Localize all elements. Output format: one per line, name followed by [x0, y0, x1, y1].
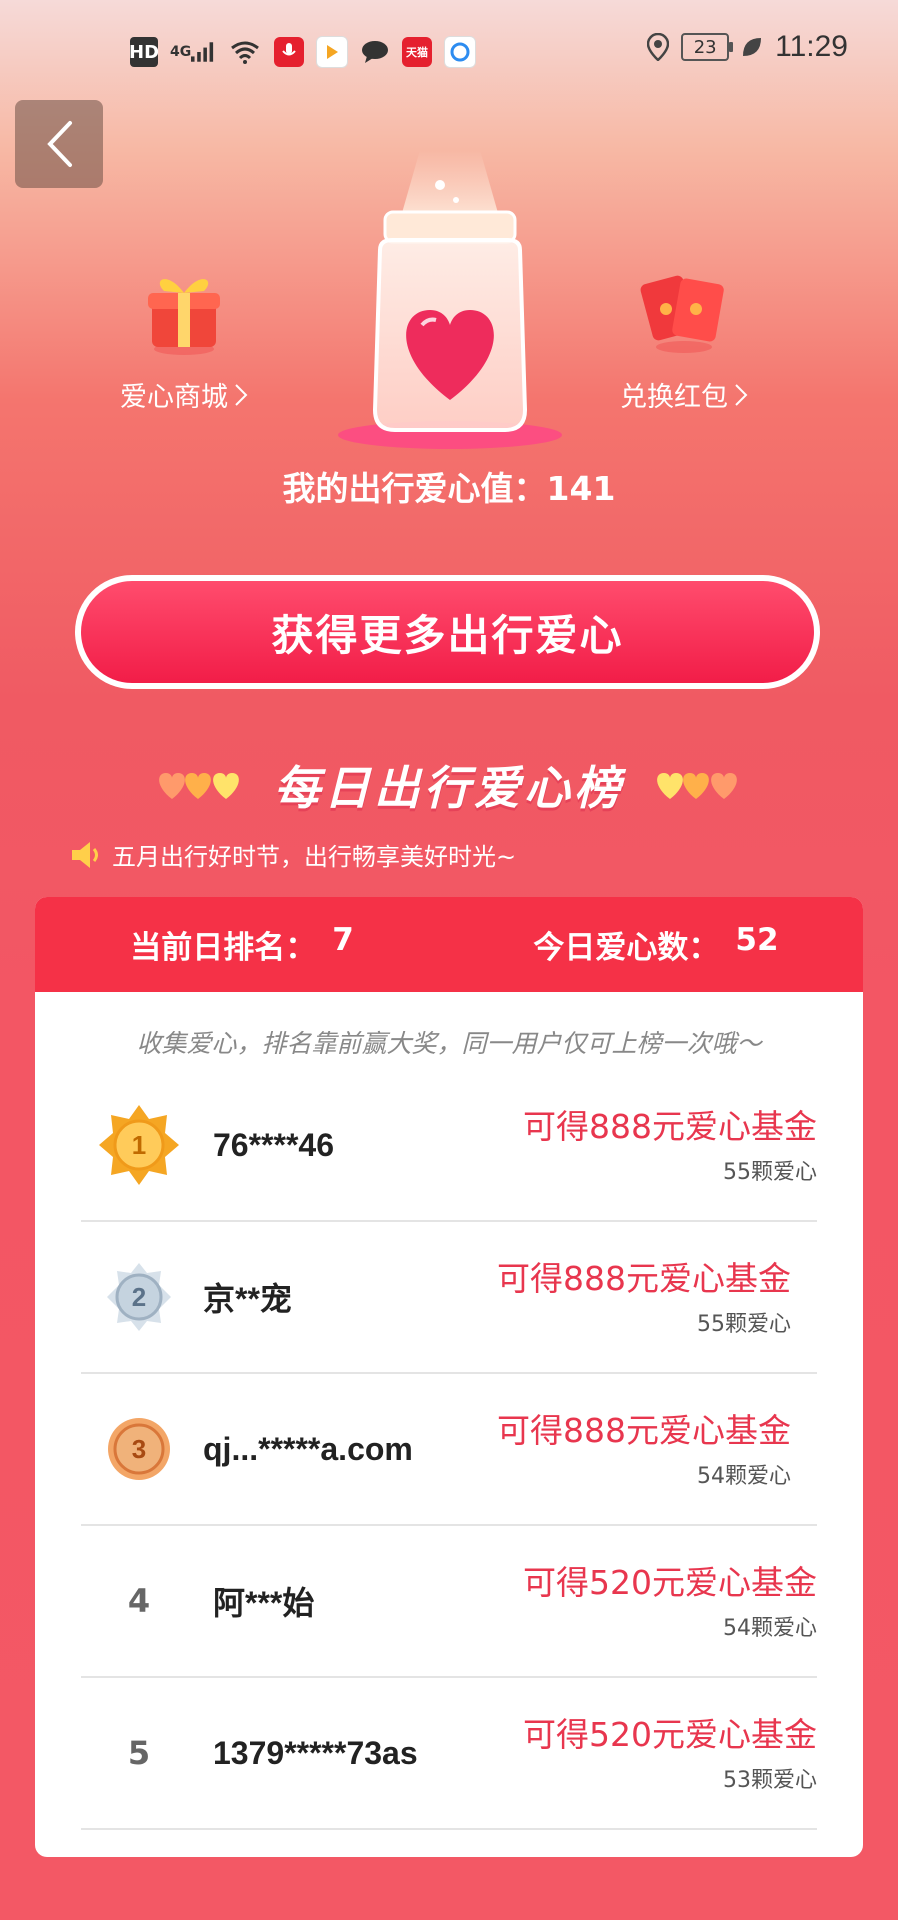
battery-icon: 23 [681, 33, 734, 61]
user-name: 76****46 [213, 1126, 334, 1163]
chevron-right-icon [235, 383, 248, 406]
signal-icon: 4G [170, 37, 216, 67]
rank-row[interactable]: 4 阿***始 可得520元爱心基金 54颗爱心 [81, 1526, 817, 1678]
reward-text: 可得888元爱心基金 [497, 1259, 791, 1298]
love-mall-label: 爱心商城 [120, 375, 248, 414]
rank-row[interactable]: 3 qj...*****a.com 可得888元爱心基金 54颗爱心 [81, 1374, 817, 1526]
reward-text: 可得520元爱心基金 [523, 1563, 817, 1602]
reward-info: 可得888元爱心基金 55颗爱心 [497, 1252, 791, 1338]
hearts-count: 54颗爱心 [723, 1616, 817, 1641]
love-mall-link[interactable]: 爱心商城 [120, 265, 248, 414]
gold-medal-icon: 1 [89, 1095, 189, 1195]
notice-bar: 五月出行好时节，出行畅享美好时光~ [70, 837, 516, 872]
tmall-icon: 天猫 [402, 37, 432, 67]
hearts-count: 53颗爱心 [723, 1768, 817, 1793]
reward-info: 可得520元爱心基金 54颗爱心 [523, 1556, 817, 1642]
leaf-icon [743, 38, 762, 56]
today-love-label: 今日爱心数： [533, 930, 720, 966]
chat-icon [360, 37, 390, 67]
leaderboard-tip: 收集爱心，排名靠前赢大奖，同一用户仅可上榜一次哦～ [136, 1029, 762, 1058]
leaderboard-header: 当前日排名： 7 今日爱心数： 52 [35, 897, 863, 992]
status-bar: HD 4G 天猫 23 11:29 [0, 0, 898, 100]
video-app-icon [316, 36, 348, 68]
svg-text:3: 3 [132, 1434, 146, 1464]
reward-text: 可得888元爱心基金 [497, 1411, 791, 1450]
chevron-right-icon [735, 383, 748, 406]
get-more-love-label: 获得更多出行爱心 [81, 581, 814, 683]
today-love-count: 今日爱心数： 52 [449, 922, 863, 967]
redeem-label: 兑换红包 [620, 375, 748, 414]
user-name: 京**宠 [203, 1281, 292, 1317]
red-packet-icon [640, 275, 724, 353]
hearts-count: 55颗爱心 [697, 1312, 791, 1337]
leaderboard-card: 当前日排名： 7 今日爱心数： 52 收集爱心，排名靠前赢大奖，同一用户仅可上榜… [35, 897, 863, 1857]
rank-number: 4 [127, 1582, 151, 1620]
current-rank-value: 7 [332, 922, 354, 958]
status-icons-right: 23 11:29 [647, 30, 848, 64]
notice-text: 五月出行好时节，出行畅享美好时光~ [112, 843, 517, 871]
current-rank: 当前日排名： 7 [35, 922, 449, 967]
user-name: 1379*****73as [213, 1734, 418, 1771]
wifi-icon [228, 37, 262, 67]
clock: 11:29 [775, 30, 848, 63]
today-love-value: 52 [735, 922, 779, 958]
hearts-decoration-right-icon [657, 773, 737, 799]
hd-icon: HD [129, 37, 159, 67]
reward-info: 可得520元爱心基金 53颗爱心 [523, 1708, 817, 1794]
svg-text:2: 2 [132, 1282, 146, 1312]
location-icon [647, 33, 670, 61]
current-rank-label: 当前日排名： [130, 930, 317, 966]
gift-icon [148, 279, 220, 355]
bronze-medal-icon: 3 [89, 1399, 189, 1499]
reward-text: 可得520元爱心基金 [523, 1715, 817, 1754]
rank-row[interactable]: 2 京**宠 可得888元爱心基金 55颗爱心 [81, 1222, 817, 1374]
user-name: qj...*****a.com [203, 1430, 413, 1467]
silver-medal-icon: 2 [89, 1247, 189, 1347]
reward-info: 可得888元爱心基金 55颗爱心 [523, 1100, 817, 1186]
browser-icon [444, 36, 476, 68]
get-more-love-button[interactable]: 获得更多出行爱心 [75, 575, 820, 689]
user-name: 阿***始 [213, 1585, 315, 1621]
hearts-count: 54颗爱心 [697, 1464, 791, 1489]
love-jar-illustration [330, 150, 570, 450]
rank-row[interactable]: 5 1379*****73as 可得520元爱心基金 53颗爱心 [81, 1678, 817, 1830]
reward-text: 可得888元爱心基金 [523, 1107, 817, 1146]
rank-number: 5 [127, 1734, 151, 1772]
speaker-icon [72, 841, 98, 868]
back-button[interactable] [15, 100, 103, 188]
reward-info: 可得888元爱心基金 54颗爱心 [497, 1404, 791, 1490]
rank-list: 1 76****46 可得888元爱心基金 55颗爱心 2 京**宠 可得888… [81, 1070, 817, 1830]
status-icons-left: HD 4G 天猫 [129, 36, 476, 68]
board-title: 每日出行爱心榜 [0, 750, 898, 820]
rank-row[interactable]: 1 76****46 可得888元爱心基金 55颗爱心 [81, 1070, 817, 1222]
mic-app-icon [274, 37, 304, 67]
redeem-red-packet-link[interactable]: 兑换红包 [620, 265, 748, 414]
board-title-text: 每日出行爱心榜 [274, 761, 624, 815]
my-love-value: 我的出行爱心值：141 [282, 469, 616, 508]
svg-text:1: 1 [132, 1130, 146, 1160]
hearts-decoration-left-icon [159, 773, 239, 799]
chevron-left-icon [47, 121, 72, 167]
hearts-count: 55颗爱心 [723, 1160, 817, 1185]
